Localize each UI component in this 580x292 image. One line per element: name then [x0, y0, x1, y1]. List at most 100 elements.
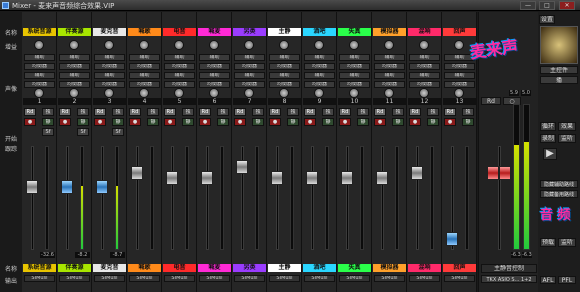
- aux-send-button-2[interactable]: 辅助: [304, 72, 335, 79]
- record-arm-button[interactable]: ●: [94, 118, 106, 126]
- mute-button[interactable]: 静: [217, 118, 229, 126]
- gain-knob[interactable]: [174, 40, 184, 50]
- output-select[interactable]: SIMusi: [94, 275, 125, 282]
- pan-knob[interactable]: [279, 88, 289, 98]
- eq-button-2[interactable]: 均衡器: [199, 81, 230, 88]
- solo-button[interactable]: 独: [42, 108, 54, 116]
- output-select[interactable]: SIMusi: [59, 275, 90, 282]
- pan-knob[interactable]: [454, 88, 464, 98]
- channel-name-top[interactable]: 伴奏源: [58, 28, 91, 36]
- gain-knob[interactable]: [139, 40, 149, 50]
- record-arm-button[interactable]: ●: [304, 118, 316, 126]
- gain-knob[interactable]: [419, 40, 429, 50]
- channel-fader[interactable]: [236, 159, 248, 174]
- pan-knob[interactable]: [384, 88, 394, 98]
- aux-send-button-2[interactable]: 辅助: [199, 72, 230, 79]
- master-fader-right[interactable]: [499, 165, 511, 180]
- eq-button[interactable]: 均衡器: [164, 63, 195, 70]
- aux-send-button-2[interactable]: 辅助: [129, 72, 160, 79]
- close-button[interactable]: ✕: [559, 1, 575, 10]
- read-button[interactable]: Rd: [24, 108, 36, 116]
- aux-send-button-2[interactable]: 辅助: [234, 72, 265, 79]
- channel-fader[interactable]: [131, 165, 143, 180]
- monitor-button[interactable]: 监听: [558, 134, 576, 143]
- channel-name-top[interactable]: 电音: [163, 28, 196, 36]
- phase-button[interactable]: Sf: [77, 128, 89, 136]
- record-arm-button[interactable]: ●: [234, 118, 246, 126]
- record-arm-button[interactable]: ●: [374, 118, 386, 126]
- channel-name-top[interactable]: 回声: [443, 28, 476, 36]
- eq-button-2[interactable]: 均衡器: [24, 81, 55, 88]
- eq-button[interactable]: 均衡器: [269, 63, 300, 70]
- pan-knob[interactable]: [349, 88, 359, 98]
- loop-button[interactable]: 循环: [540, 122, 556, 131]
- aux-send-button[interactable]: 辅助: [339, 54, 370, 61]
- solo-button[interactable]: 独: [182, 108, 194, 116]
- eq-button-2[interactable]: 均衡器: [164, 81, 195, 88]
- eq-button[interactable]: 均衡器: [94, 63, 125, 70]
- gain-knob[interactable]: [454, 40, 464, 50]
- gain-knob[interactable]: [314, 40, 324, 50]
- channel-name-top[interactable]: 喊麦: [198, 28, 231, 36]
- eq-button[interactable]: 均衡器: [199, 63, 230, 70]
- aux-send-button[interactable]: 辅助: [59, 54, 90, 61]
- channel-fader[interactable]: [166, 171, 178, 186]
- gain-knob[interactable]: [349, 40, 359, 50]
- eq-button[interactable]: 均衡器: [234, 63, 265, 70]
- solo-button[interactable]: 独: [357, 108, 369, 116]
- channel-fader[interactable]: [26, 180, 38, 195]
- output-select[interactable]: SIMusi: [444, 275, 475, 282]
- aux-send-button[interactable]: 辅助: [129, 54, 160, 61]
- mute-button[interactable]: 静: [392, 118, 404, 126]
- record-arm-button[interactable]: ●: [164, 118, 176, 126]
- channel-fader[interactable]: [376, 171, 388, 186]
- channel-name-top[interactable]: 失真: [338, 28, 371, 36]
- mute-button[interactable]: 静: [182, 118, 194, 126]
- effects-button[interactable]: 效果: [558, 122, 576, 131]
- aux-send-button-2[interactable]: 辅助: [24, 72, 55, 79]
- solo-button[interactable]: 独: [287, 108, 299, 116]
- channel-fader[interactable]: [341, 171, 353, 186]
- read-button[interactable]: Rd: [234, 108, 246, 116]
- gain-knob[interactable]: [69, 40, 79, 50]
- mute-button[interactable]: 静: [427, 118, 439, 126]
- pan-knob[interactable]: [209, 88, 219, 98]
- read-button[interactable]: Rd: [59, 108, 71, 116]
- read-button[interactable]: Rd: [129, 108, 141, 116]
- play-arrow-button[interactable]: ▶: [543, 148, 557, 160]
- gain-knob[interactable]: [244, 40, 254, 50]
- output-select[interactable]: SIMusi: [409, 275, 440, 282]
- mute-button[interactable]: 静: [322, 118, 334, 126]
- channel-name-top[interactable]: 模拟器: [373, 28, 406, 36]
- aux-send-button-2[interactable]: 辅助: [164, 72, 195, 79]
- afl-button[interactable]: AFL: [540, 276, 556, 284]
- aux-send-button-2[interactable]: 辅助: [444, 72, 475, 79]
- channel-fader[interactable]: [271, 171, 283, 186]
- gain-knob[interactable]: [279, 40, 289, 50]
- channel-fader[interactable]: [61, 180, 73, 195]
- master-rd-button[interactable]: Rd: [481, 97, 501, 105]
- aux-send-button[interactable]: 辅助: [164, 54, 195, 61]
- aux-send-button-2[interactable]: 辅助: [409, 72, 440, 79]
- master-output-select[interactable]: TKX ASIO S... 1+2: [481, 275, 537, 283]
- record-arm-button[interactable]: ●: [444, 118, 456, 126]
- eq-button[interactable]: 均衡器: [129, 63, 160, 70]
- aux-send-button[interactable]: 辅助: [374, 54, 405, 61]
- master-send-button[interactable]: 主控件: [540, 66, 578, 74]
- eq-button-2[interactable]: 均衡器: [339, 81, 370, 88]
- channel-name-top[interactable]: 混响: [408, 28, 441, 36]
- output-select[interactable]: SIMusi: [234, 275, 265, 282]
- mute-button[interactable]: 静: [287, 118, 299, 126]
- record-arm-button[interactable]: ●: [269, 118, 281, 126]
- pan-knob[interactable]: [244, 88, 254, 98]
- aux-send-button-2[interactable]: 辅助: [94, 72, 125, 79]
- record-arm-button[interactable]: ●: [59, 118, 71, 126]
- pan-knob[interactable]: [104, 88, 114, 98]
- record-arm-button[interactable]: ●: [409, 118, 421, 126]
- channel-fader[interactable]: [446, 231, 458, 246]
- pan-knob[interactable]: [34, 88, 44, 98]
- aux-send-button[interactable]: 辅助: [94, 54, 125, 61]
- record-arm-button[interactable]: ●: [129, 118, 141, 126]
- mute-button[interactable]: 静: [357, 118, 369, 126]
- eq-button[interactable]: 均衡器: [304, 63, 335, 70]
